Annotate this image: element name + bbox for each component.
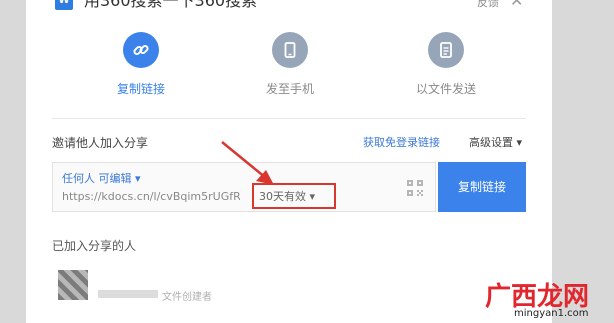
member-name-blurred	[98, 290, 158, 298]
app-logo-icon: W	[55, 0, 73, 10]
invite-title: 邀请他人加入分享	[52, 136, 149, 150]
free-login-link[interactable]: 获取免登录链接	[363, 134, 440, 150]
share-option-label: 以文件发送	[415, 82, 476, 96]
avatar	[58, 270, 88, 300]
share-option-label: 复制链接	[116, 82, 165, 96]
section-divider	[52, 118, 526, 119]
copy-link-button[interactable]: 复制链接	[438, 162, 526, 212]
close-icon[interactable]: ✕	[510, 0, 523, 10]
document-icon	[428, 32, 464, 68]
qr-code-icon[interactable]	[405, 178, 425, 198]
feedback-link[interactable]: 反馈	[477, 0, 499, 10]
phone-icon	[272, 32, 308, 68]
share-dialog: W 用360搜索一下360搜索 反馈 ✕ 复制链接 发至手机 以文件发送 邀请他…	[26, 0, 552, 323]
advanced-settings-dropdown[interactable]: 高级设置 ▾	[469, 134, 522, 150]
permission-dropdown[interactable]: 任何人 可编辑 ▾	[62, 170, 141, 186]
expiry-dropdown[interactable]: 30天有效 ▾	[252, 183, 336, 209]
share-option-send-to-phone[interactable]: 发至手机	[230, 32, 350, 96]
member-role: 文件创建者	[162, 292, 212, 303]
share-option-send-as-file[interactable]: 以文件发送	[386, 32, 506, 96]
watermark-url: mingyan1.com	[514, 308, 589, 319]
joined-members-title: 已加入分享的人	[52, 239, 137, 253]
share-url[interactable]: https://kdocs.cn/l/cvBqim5rUGfR	[62, 190, 240, 203]
share-option-copy-link[interactable]: 复制链接	[81, 32, 201, 96]
title-bar: W 用360搜索一下360搜索 反馈 ✕	[26, 0, 552, 14]
share-link-box: 任何人 可编辑 ▾ https://kdocs.cn/l/cvBqim5rUGf…	[52, 162, 436, 212]
link-icon	[123, 32, 159, 68]
share-option-label: 发至手机	[265, 82, 314, 96]
window-title: 用360搜索一下360搜索	[84, 0, 258, 10]
